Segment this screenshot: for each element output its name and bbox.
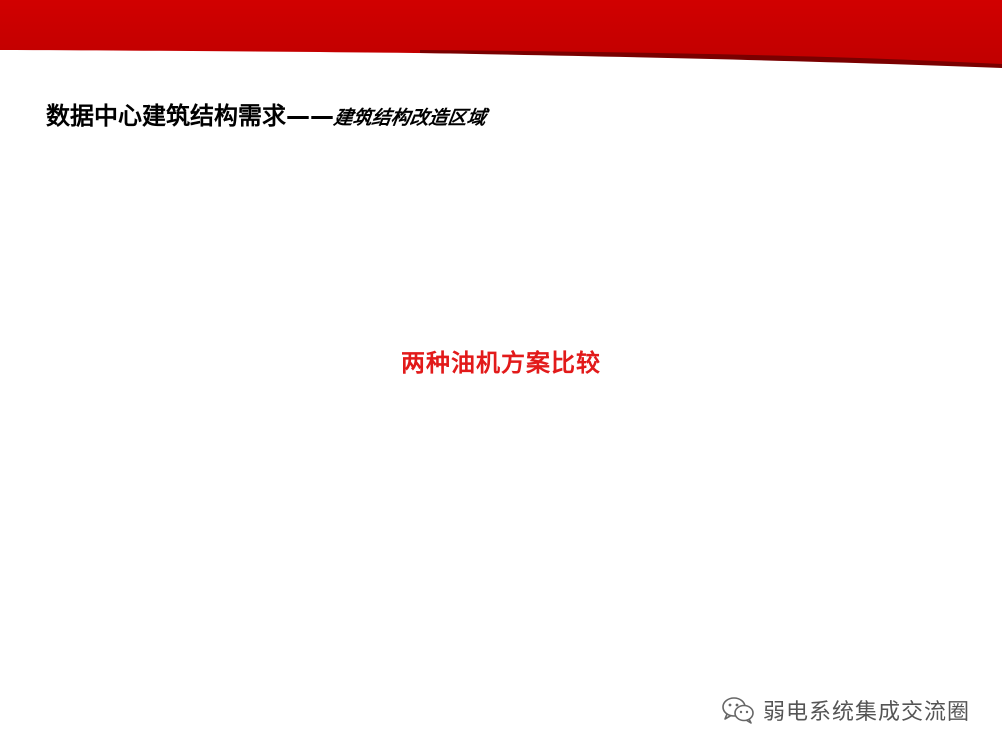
comparison-heading: 两种油机方案比较 [401, 349, 601, 377]
slide-title: 数据中心建筑结构需求—— 建筑结构改造区域 [46, 96, 488, 131]
slide-title-main: 数据中心建筑结构需求—— [46, 102, 334, 130]
watermark-text: 弱电系统集成交流圈 [762, 700, 970, 725]
wechat-icon [722, 697, 754, 724]
slide: 数据中心建筑结构需求—— 建筑结构改造区域 两种油机方案比较 弱电系统集成交流圈 [0, 0, 1002, 752]
header-band [0, 0, 1002, 68]
slide-title-sub: 建筑结构改造区域 [332, 107, 488, 129]
watermark: 弱电系统集成交流圈 [721, 694, 970, 726]
